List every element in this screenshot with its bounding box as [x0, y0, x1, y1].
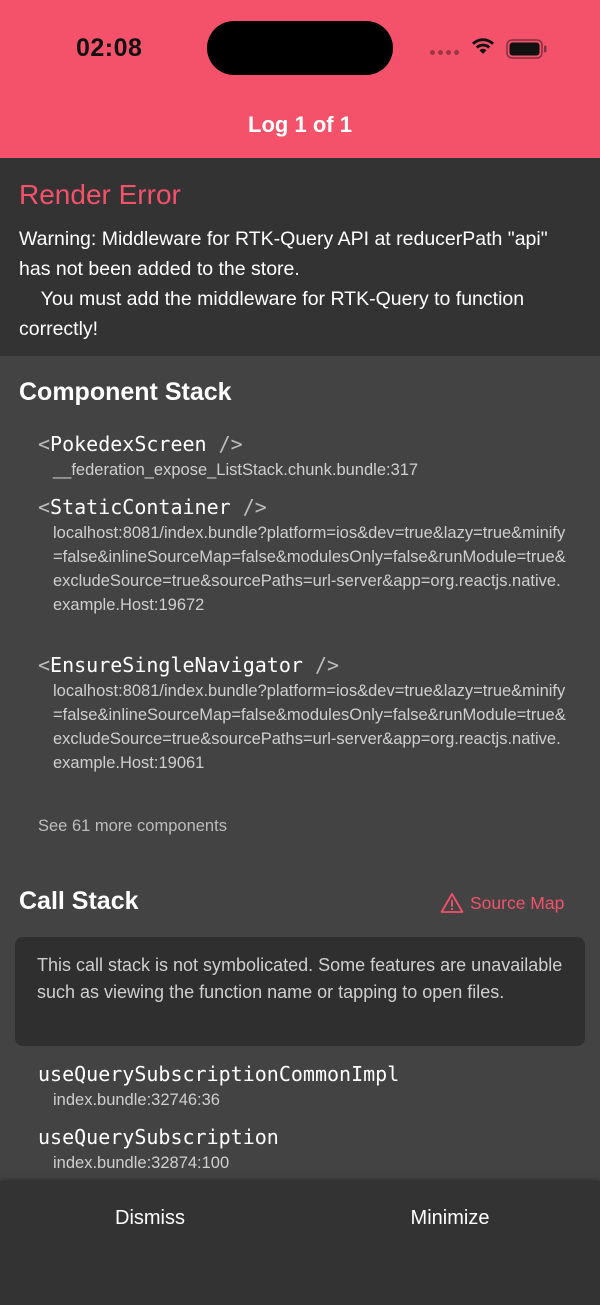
call-stack-title: Call Stack — [19, 887, 139, 915]
see-more-components-link[interactable]: See 61 more components — [38, 817, 227, 836]
component-location: localhost:8081/index.bundle?platform=ios… — [53, 524, 566, 614]
log-header: 02:08 Log 1 of 1 — [0, 0, 600, 158]
component-name: <StaticContainer /> — [38, 495, 267, 519]
bottom-action-bar: Dismiss Minimize — [0, 1181, 600, 1305]
component-frame[interactable]: <StaticContainer /> localhost:8081/index… — [38, 493, 568, 617]
wifi-icon — [472, 38, 494, 54]
component-location: __federation_expose_ListStack.chunk.bund… — [53, 461, 419, 479]
error-section: Render Error Warning: Middleware for RTK… — [0, 158, 600, 356]
call-frame[interactable]: useQuerySubscription index.bundle:32874:… — [38, 1123, 568, 1175]
component-location: localhost:8081/index.bundle?platform=ios… — [53, 682, 566, 772]
component-frame[interactable]: <EnsureSingleNavigator /> localhost:8081… — [38, 651, 568, 775]
call-location: index.bundle:32746:36 — [53, 1091, 220, 1109]
log-title: Log 1 of 1 — [248, 112, 352, 137]
battery-icon — [506, 39, 547, 59]
status-time: 02:08 — [76, 34, 143, 62]
call-frame[interactable]: useQuerySubscriptionCommonImpl index.bun… — [38, 1060, 568, 1112]
symbolication-notice: This call stack is not symbolicated. Som… — [15, 937, 585, 1046]
call-function-name: useQuerySubscription — [38, 1125, 279, 1149]
warning-icon — [440, 893, 464, 913]
dismiss-button[interactable]: Dismiss — [0, 1207, 300, 1230]
error-message: Warning: Middleware for RTK-Query API at… — [19, 228, 548, 340]
call-function-name: useQuerySubscriptionCommonImpl — [38, 1062, 400, 1086]
component-stack-title: Component Stack — [19, 378, 232, 406]
dynamic-island — [207, 21, 393, 75]
source-map-button[interactable]: Source Map — [440, 892, 564, 914]
source-map-label: Source Map — [470, 892, 565, 913]
component-name: <PokedexScreen /> — [38, 432, 243, 456]
call-location: index.bundle:32874:100 — [53, 1154, 230, 1172]
cellular-signal-icon — [430, 50, 460, 56]
minimize-button[interactable]: Minimize — [300, 1207, 600, 1230]
error-title: Render Error — [19, 179, 181, 210]
component-name: <EnsureSingleNavigator /> — [38, 653, 340, 677]
component-frame[interactable]: <PokedexScreen /> __federation_expose_Li… — [38, 430, 568, 482]
